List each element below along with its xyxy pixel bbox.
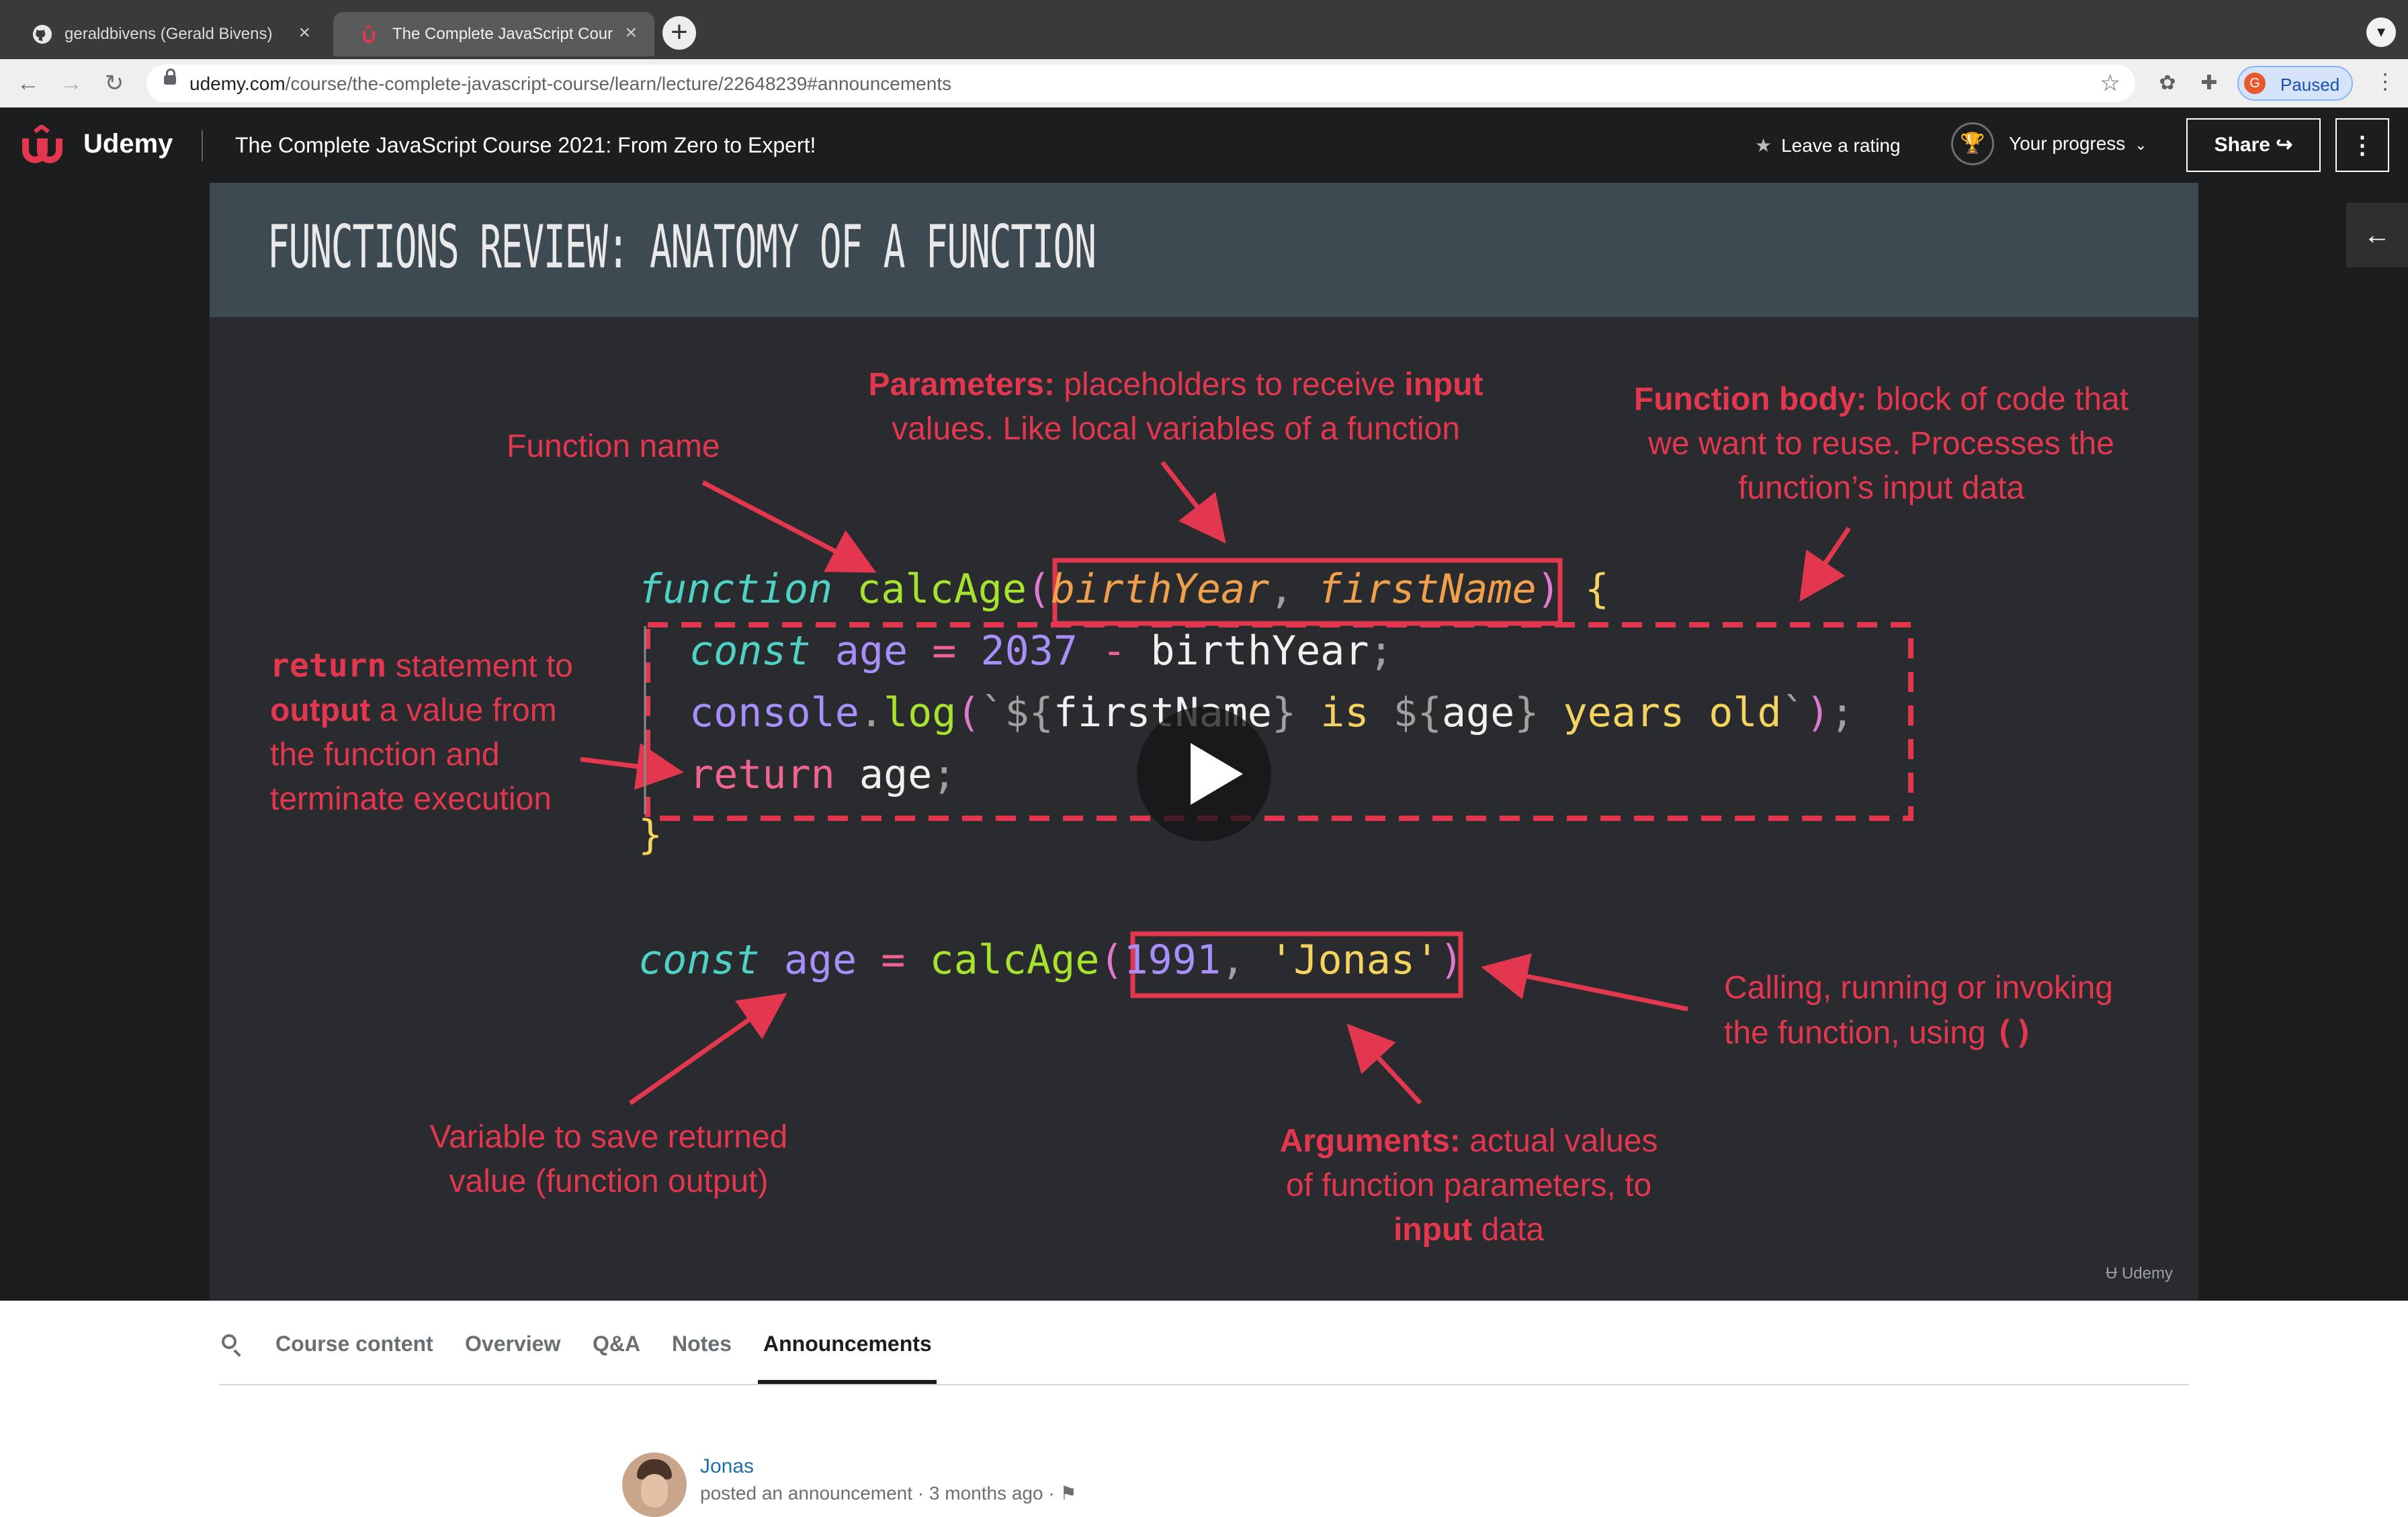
lecture-slide: FUNCTIONS REVIEW: ANATOMY OF A FUNCTION … bbox=[210, 183, 2198, 1301]
close-tab-icon[interactable]: × bbox=[298, 21, 310, 44]
leave-rating-button[interactable]: ★ Leave a rating bbox=[1755, 134, 1901, 157]
course-tabs: Course content Overview Q&A Notes Announ… bbox=[219, 1301, 2189, 1385]
udemy-favicon-icon bbox=[363, 25, 375, 43]
annotation-arguments: Arguments: actual values of function par… bbox=[1279, 1123, 1658, 1248]
annotation-function-body: Function body: block of code that we wan… bbox=[1633, 382, 2129, 506]
tab-notes[interactable]: Notes bbox=[672, 1332, 732, 1356]
your-progress-dropdown[interactable]: Your progress ⌄ bbox=[2009, 133, 2147, 155]
tab-title: geraldbivens (Gerald Bivens) bbox=[64, 25, 273, 43]
github-icon bbox=[32, 24, 52, 44]
play-button[interactable] bbox=[1137, 707, 1271, 841]
star-icon: ★ bbox=[1755, 135, 1772, 156]
trophy-icon[interactable]: 🏆 bbox=[1951, 122, 1994, 165]
video-player[interactable]: FUNCTIONS REVIEW: ANATOMY OF A FUNCTION … bbox=[0, 183, 2408, 1301]
code-line-return: return age; bbox=[689, 751, 957, 798]
new-tab-button[interactable]: + bbox=[662, 16, 696, 50]
tab-course-content[interactable]: Course content bbox=[275, 1332, 433, 1356]
announcement-meta: posted an announcement · 3 months ago · … bbox=[700, 1483, 1077, 1504]
tab-search-icon[interactable]: ▾ bbox=[2366, 17, 2396, 47]
profile-status: Paused bbox=[2280, 75, 2340, 95]
function-name-arrow bbox=[701, 480, 877, 573]
header-divider bbox=[202, 130, 203, 161]
expand-sidebar-arrow-icon[interactable]: ← bbox=[2346, 203, 2408, 267]
browser-tab-strip: geraldbivens (Gerald Bivens) × The Compl… bbox=[0, 0, 2408, 59]
lock-icon bbox=[164, 69, 176, 85]
udemy-watermark: Ʉ Udemy bbox=[2105, 1264, 2173, 1283]
code-line-close-brace: } bbox=[638, 812, 663, 859]
code-line-function-declaration: function calcAge(birthYear, firstName) { bbox=[638, 566, 1609, 613]
announcement-author[interactable]: Jonas bbox=[700, 1455, 754, 1478]
browser-toolbar: ← → ↻ udemy.com/course/the-complete-java… bbox=[0, 59, 2408, 108]
course-title[interactable]: The Complete JavaScript Course 2021: Fro… bbox=[235, 133, 816, 158]
address-bar[interactable]: udemy.com/course/the-complete-javascript… bbox=[146, 64, 2135, 102]
tab-title: The Complete JavaScript Cour bbox=[392, 25, 613, 43]
more-options-button[interactable]: ⋮ bbox=[2335, 118, 2389, 172]
profile-paused-button[interactable]: G Paused bbox=[2237, 66, 2353, 101]
active-tab-indicator bbox=[758, 1380, 937, 1384]
search-icon[interactable] bbox=[222, 1334, 236, 1349]
calling-arrow bbox=[1481, 953, 1688, 1012]
close-tab-icon[interactable]: × bbox=[625, 21, 637, 44]
extension-icon[interactable]: ✿ bbox=[2153, 69, 2182, 98]
code-line-const-age: const age = 2037 - birthYear; bbox=[689, 627, 1393, 675]
browser-menu-icon[interactable]: ⋮ bbox=[2374, 69, 2396, 94]
tab-qa[interactable]: Q&A bbox=[593, 1332, 640, 1356]
annotation-variable: Variable to save returned value (functio… bbox=[429, 1119, 788, 1199]
avatar[interactable] bbox=[622, 1453, 687, 1517]
return-arrow bbox=[580, 743, 684, 790]
browser-tab-github[interactable]: geraldbivens (Gerald Bivens) × bbox=[5, 12, 328, 56]
url-text: udemy.com/course/the-complete-javascript… bbox=[189, 73, 952, 94]
arguments-arrow bbox=[1346, 1023, 1422, 1105]
annotation-calling: Calling, running or invoking the functio… bbox=[1724, 970, 2113, 1051]
back-arrow-icon[interactable]: ← bbox=[13, 69, 43, 98]
share-button[interactable]: Share ↪ bbox=[2186, 118, 2321, 172]
annotation-parameters: Parameters: placeholders to receive inpu… bbox=[868, 367, 1484, 447]
profile-avatar: G bbox=[2244, 73, 2266, 94]
function-body-arrow bbox=[1799, 527, 1851, 602]
share-arrow-icon: ↪ bbox=[2276, 134, 2293, 156]
parameters-arrow bbox=[1160, 460, 1226, 544]
udemy-logo-text[interactable]: Udemy bbox=[83, 129, 173, 159]
chevron-down-icon: ⌄ bbox=[2135, 136, 2147, 153]
udemy-logo-icon[interactable] bbox=[20, 125, 77, 167]
code-line-function-call: const age = calcAge(1991, 'Jonas') bbox=[638, 937, 1464, 984]
tab-overview[interactable]: Overview bbox=[465, 1332, 560, 1356]
course-header: Udemy The Complete JavaScript Course 202… bbox=[0, 107, 2408, 183]
code-line-console-log: console.log(`${firstName} is ${age} year… bbox=[689, 689, 1854, 736]
bookmark-star-icon[interactable]: ☆ bbox=[2100, 70, 2120, 97]
puzzle-extensions-icon[interactable]: ✚ bbox=[2194, 69, 2224, 98]
annotation-return: return statement to output a value from … bbox=[270, 647, 573, 817]
variable-arrow bbox=[628, 992, 787, 1105]
tab-announcements[interactable]: Announcements bbox=[763, 1332, 932, 1356]
forward-arrow-icon[interactable]: → bbox=[56, 69, 86, 98]
reload-icon[interactable]: ↻ bbox=[99, 69, 129, 98]
flag-icon[interactable]: ⚑ bbox=[1060, 1483, 1076, 1504]
annotation-function-name: Function name bbox=[507, 429, 720, 464]
browser-tab-udemy[interactable]: The Complete JavaScript Cour × bbox=[333, 12, 654, 56]
